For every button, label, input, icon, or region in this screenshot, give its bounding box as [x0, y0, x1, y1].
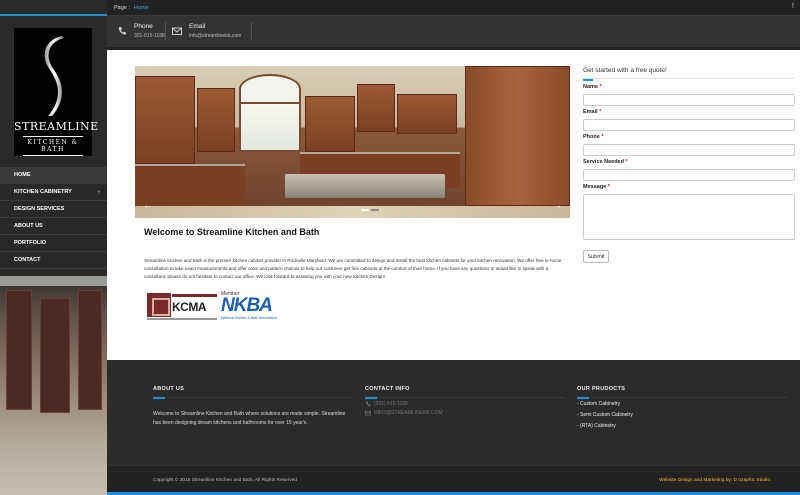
sidebar-accent-bar — [0, 14, 107, 16]
email-label: Email * — [583, 109, 602, 115]
nav-item-portfolio[interactable]: Portfolio — [0, 235, 107, 252]
email-input[interactable] — [583, 119, 795, 131]
slider-floor — [135, 206, 570, 218]
phone-icon — [366, 401, 371, 407]
phone-label: Phone * — [583, 134, 604, 140]
footer-product-link[interactable]: - Semi Custom Cabinetry — [577, 411, 787, 420]
name-label: Name * — [583, 84, 602, 90]
footer-email[interactable]: INFO@STREAMLINEKB.COM — [365, 410, 565, 416]
main-nav: Home Kitchen Cabinetry + Design Services … — [0, 167, 107, 269]
quote-form: Get started with a free quote! Name * Em… — [583, 67, 795, 263]
footer-heading: ABOUT US — [153, 386, 185, 392]
phone-field-group: Phone * — [583, 134, 795, 156]
contact-phone: Phone 301-815-1188 — [117, 23, 165, 39]
nav-item-home[interactable]: Home — [0, 167, 107, 184]
kcma-underline — [147, 318, 217, 320]
form-title: Get started with a free quote! — [583, 67, 667, 74]
service-input[interactable] — [583, 169, 795, 181]
footer-about: ABOUT US Welcome to Streamline Kitchen a… — [153, 386, 353, 428]
hero-slider[interactable]: ← → — [135, 66, 570, 218]
phone-number[interactable]: 301-815-1188 — [134, 33, 165, 39]
top-bar: Page : Home f — [107, 0, 800, 15]
email-address[interactable]: info@streamlinekb.com — [189, 33, 241, 39]
footer-about-text: Welcome to Streamline Kitchen and Bath w… — [153, 411, 346, 426]
nav-item-design-services[interactable]: Design Services — [0, 201, 107, 218]
contact-bar: Phone 301-815-1188 Email info@streamline… — [107, 16, 800, 47]
nav-item-about-us[interactable]: About Us — [0, 218, 107, 235]
footer-heading-rule — [153, 396, 353, 399]
phone-icon — [118, 27, 126, 35]
phone-input[interactable] — [583, 144, 795, 156]
mail-icon — [172, 27, 182, 35]
footer-heading: CONTACT INFO — [365, 386, 410, 392]
main-content: ← → Welcome to Streamline Kitchen and Ba… — [107, 50, 800, 360]
divider — [165, 22, 166, 40]
facebook-icon[interactable]: f — [792, 3, 794, 10]
page-title: Welcome to Streamline Kitchen and Bath — [144, 227, 320, 237]
message-label: Message * — [583, 184, 610, 190]
designer-credit-link[interactable]: Website Design and Marketing by: D Graph… — [659, 478, 770, 483]
contact-email: Email info@streamlinekb.com — [172, 23, 241, 39]
footer-heading-rule — [577, 396, 787, 399]
name-field-group: Name * — [583, 84, 795, 106]
footer-heading-rule — [365, 396, 565, 399]
sidebar-background-image — [0, 272, 107, 495]
service-label: Service Needed * — [583, 159, 628, 165]
s-swoosh-icon — [44, 36, 64, 116]
name-input[interactable] — [583, 94, 795, 106]
email-field-group: Email * — [583, 109, 795, 131]
message-textarea[interactable] — [583, 194, 795, 240]
intro-paragraph: Streamline Kitchen and Bath is the premi… — [144, 258, 562, 279]
copyright-text: Copyright © 2015 Streamline Kitchen and … — [153, 478, 298, 483]
kcma-badge-icon — [147, 293, 171, 317]
logo-title: STREAMLINE — [14, 120, 99, 133]
nkba-logo: Member NKBA National Kitchen & Bath Asso… — [221, 291, 277, 320]
site-logo[interactable]: STREAMLINE KITCHEN & BATH — [14, 28, 99, 158]
footer-product-link[interactable]: - (RTA) Cabinetry — [577, 422, 787, 431]
slider-dot[interactable] — [371, 209, 379, 211]
slider-pagination — [361, 209, 381, 211]
footer-heading: OUR PRUDOCTS — [577, 386, 626, 392]
slider-next-icon[interactable]: → — [553, 200, 562, 210]
footer: ABOUT US Welcome to Streamline Kitchen a… — [107, 360, 800, 465]
slider-dot[interactable] — [361, 209, 369, 211]
sidebar: STREAMLINE KITCHEN & BATH Home Kitchen C… — [0, 0, 107, 495]
message-field-group: Message * — [583, 184, 795, 240]
service-field-group: Service Needed * — [583, 159, 795, 181]
slider-prev-icon[interactable]: ← — [143, 200, 152, 210]
divider — [251, 22, 252, 40]
logo-subtitle: KITCHEN & BATH — [14, 134, 92, 158]
footer-phone[interactable]: (301) 815-1188 — [365, 401, 565, 407]
nav-item-contact[interactable]: Contact — [0, 252, 107, 269]
form-accent — [583, 79, 593, 81]
kcma-stripe — [172, 294, 217, 297]
form-divider — [583, 78, 795, 79]
breadcrumb-label: Page : — [114, 4, 130, 11]
kcma-logo: KCMA — [147, 293, 219, 320]
footer-contact: CONTACT INFO (301) 815-1188 INFO@STREAML… — [365, 386, 565, 416]
mail-icon — [365, 410, 371, 416]
footer-products: OUR PRUDOCTS - Custom Cabinetry - Semi C… — [577, 386, 787, 431]
breadcrumb-home[interactable]: Home — [134, 5, 149, 11]
nav-item-kitchen-cabinetry[interactable]: Kitchen Cabinetry + — [0, 184, 107, 201]
expand-plus-icon[interactable]: + — [97, 189, 101, 196]
submit-button[interactable]: Submit — [583, 250, 609, 263]
sub-footer: Copyright © 2015 Streamline Kitchen and … — [107, 465, 800, 495]
footer-product-link[interactable]: - Custom Cabinetry — [577, 400, 787, 409]
